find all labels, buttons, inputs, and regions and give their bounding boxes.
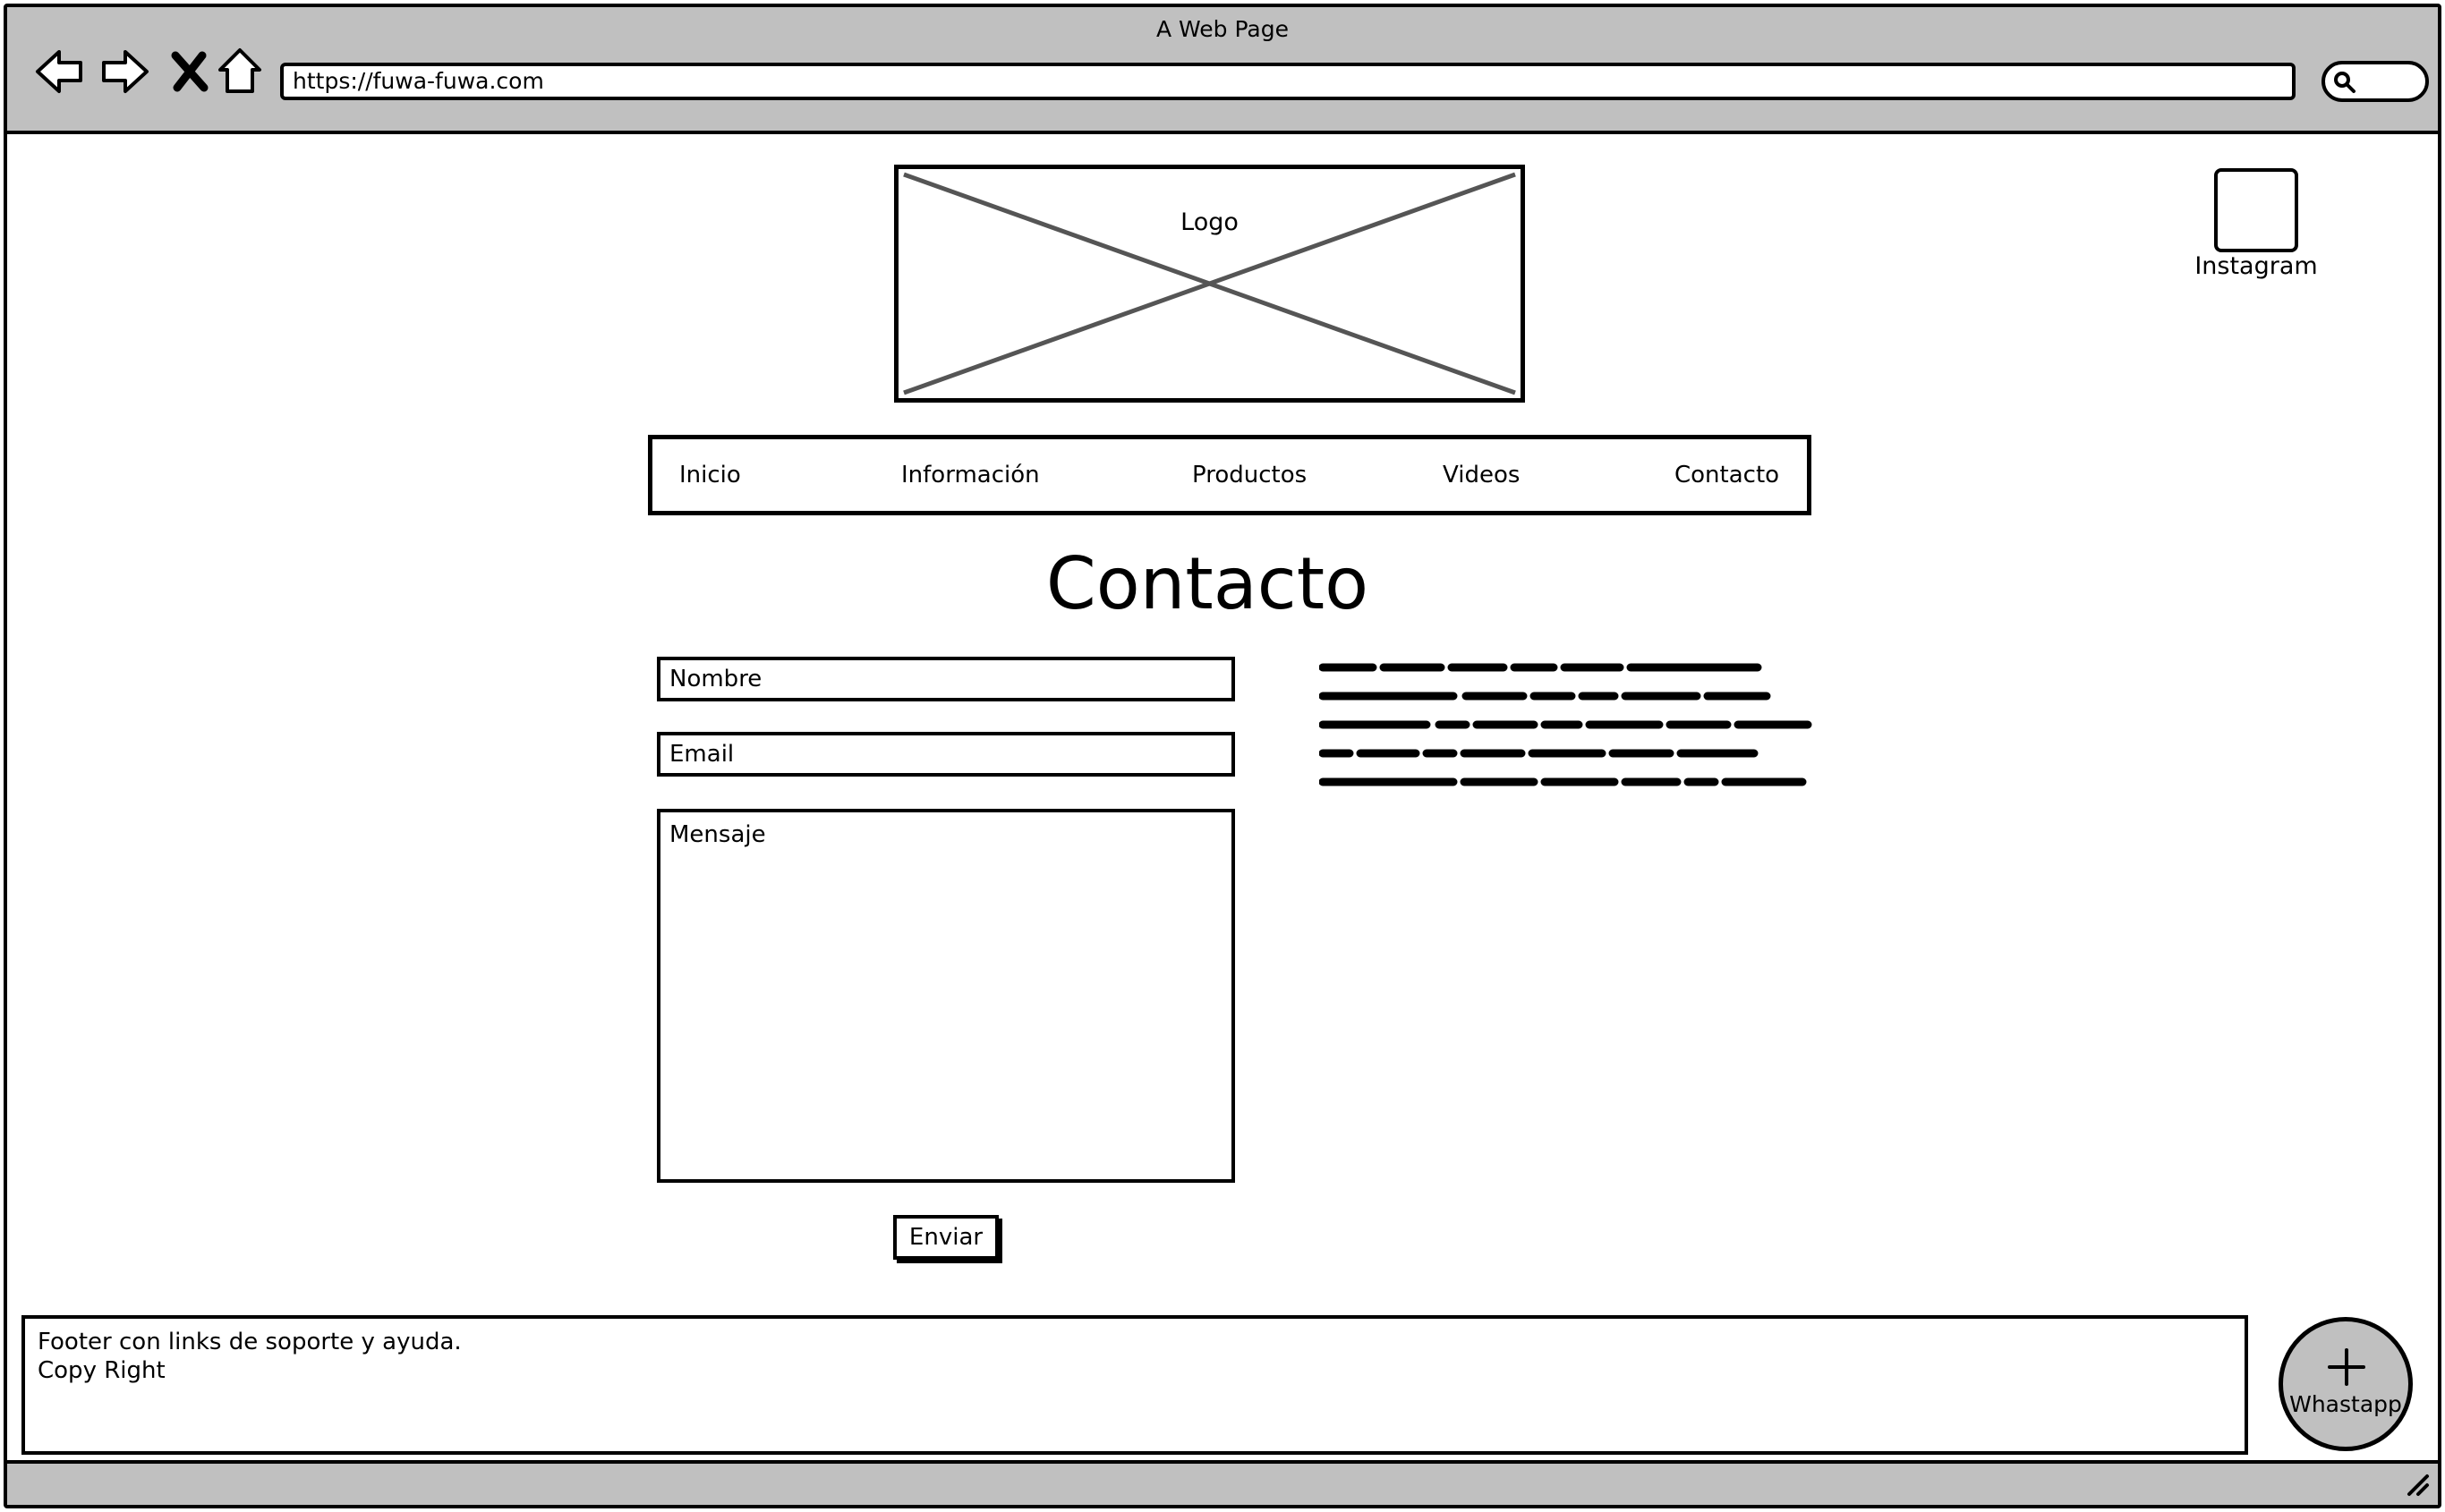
search-box[interactable] <box>2321 61 2429 102</box>
close-x-icon <box>171 51 209 92</box>
name-input[interactable] <box>657 657 1235 701</box>
search-icon <box>2334 72 2356 93</box>
browser-toolbar: A Web Page https://fuwa-fuwa.com <box>7 7 2438 134</box>
back-arrow-icon <box>36 50 82 93</box>
menu-item-contacto[interactable]: Contacto <box>1674 439 1779 511</box>
menu-item-productos[interactable]: Productos <box>1192 439 1307 511</box>
resize-grip-icon[interactable] <box>2404 1471 2431 1498</box>
browser-window: A Web Page https://fuwa-fuwa.com Logo In… <box>4 4 2441 1508</box>
page-title: Contacto <box>1045 542 1369 625</box>
menu-item-informacion[interactable]: Información <box>901 439 1040 511</box>
window-title: A Web Page <box>1155 16 1290 42</box>
forward-button[interactable] <box>97 43 154 100</box>
back-button[interactable] <box>30 43 88 100</box>
image-placeholder-icon <box>903 172 1516 395</box>
plus-icon <box>2328 1348 2365 1386</box>
status-bar <box>7 1460 2438 1505</box>
home-icon <box>218 48 261 93</box>
stop-button[interactable] <box>161 43 218 100</box>
menu-item-inicio[interactable]: Inicio <box>679 439 741 511</box>
instagram-icon[interactable] <box>2214 168 2298 252</box>
logo-label: Logo <box>1180 208 1239 236</box>
whatsapp-label: Whastapp <box>2289 1391 2402 1417</box>
address-bar[interactable]: https://fuwa-fuwa.com <box>280 63 2296 100</box>
footer-line-support: Footer con links de soporte y ayuda. <box>38 1329 462 1355</box>
page-footer: Footer con links de soporte y ayuda. Cop… <box>21 1315 2248 1455</box>
send-button[interactable]: Enviar <box>893 1215 999 1260</box>
scribbled-text-block <box>1319 663 1812 786</box>
main-menu: Inicio Información Productos Videos Cont… <box>648 435 1811 515</box>
forward-arrow-icon <box>102 50 149 93</box>
whatsapp-button[interactable]: Whastapp <box>2279 1317 2413 1451</box>
footer-line-copyright: Copy Right <box>38 1357 166 1384</box>
email-input[interactable] <box>657 732 1235 777</box>
logo-placeholder: Logo <box>894 165 1525 403</box>
menu-item-videos[interactable]: Videos <box>1443 439 1520 511</box>
instagram-label[interactable]: Instagram <box>2158 252 2355 280</box>
home-button[interactable] <box>211 43 268 100</box>
message-textarea[interactable] <box>657 809 1235 1183</box>
